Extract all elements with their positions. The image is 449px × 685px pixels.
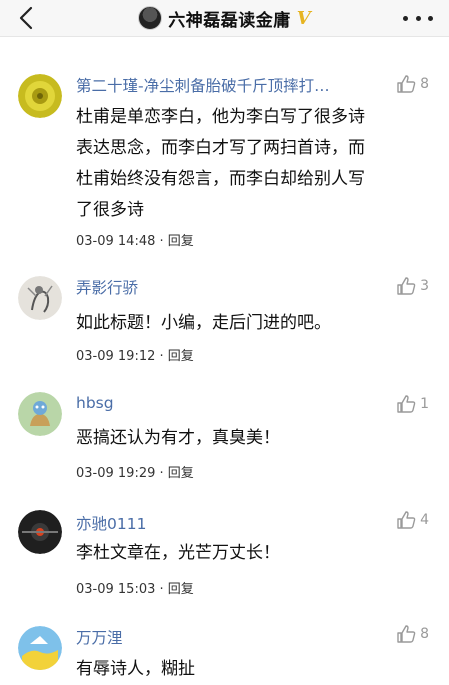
comment-meta: 03-09 19:29 · 回复 [76, 466, 194, 481]
comment-author[interactable]: 亦驰0111 [76, 512, 146, 534]
avatar[interactable] [18, 626, 62, 670]
like-button[interactable]: 8 [396, 74, 429, 94]
comment-time: 03-09 19:29 [76, 466, 156, 481]
avatar[interactable] [18, 74, 62, 118]
comment-meta: 03-09 15:03 · 回复 [76, 582, 194, 597]
thumbs-up-icon [397, 75, 416, 93]
like-count: 8 [420, 76, 429, 92]
comment-meta: 03-09 14:48 · 回复 [76, 234, 194, 249]
like-count: 8 [420, 626, 429, 642]
comment-text: 恶搞还认为有才，真臭美！ [76, 428, 280, 448]
verified-badge: V [296, 7, 311, 29]
comment-author[interactable]: hbsg [76, 394, 114, 412]
reply-button[interactable]: 回复 [168, 466, 194, 481]
comment-text: 李杜文章在，光芒万丈长！ [76, 543, 280, 563]
comment-author[interactable]: 万万浬 [76, 626, 123, 648]
avatar[interactable] [18, 510, 62, 554]
thumbs-up-icon [397, 277, 416, 295]
more-button[interactable] [403, 9, 433, 27]
like-count: 3 [420, 278, 429, 294]
author-avatar [138, 6, 163, 30]
reply-button[interactable]: 回复 [168, 582, 194, 597]
thumbs-up-icon [397, 511, 416, 529]
more-dots-icon [403, 15, 408, 21]
comment-time: 03-09 14:48 [76, 234, 156, 249]
like-count: 4 [420, 512, 429, 528]
like-button[interactable]: 4 [396, 510, 429, 530]
comment-author[interactable]: 弄影行骄 [76, 276, 138, 298]
comment-text: 杜甫是单恋李白，他为李白写了很多诗 表达思念，而李白才写了两扫首诗，而 杜甫始终… [76, 107, 365, 220]
avatar[interactable] [18, 276, 62, 320]
thumbs-up-icon [397, 395, 416, 413]
comment-time: 03-09 15:03 [76, 582, 156, 597]
comment-author[interactable]: 第二十瑾-净尘刺备胎破千斤顶摔打… [76, 74, 330, 96]
like-count: 1 [420, 396, 429, 412]
like-button[interactable]: 8 [396, 624, 429, 644]
header-title-group: 六神磊磊读金庸 V [0, 0, 449, 36]
like-button[interactable]: 3 [396, 276, 429, 296]
like-button[interactable]: 1 [396, 394, 429, 414]
comment-meta: 03-09 19:12 · 回复 [76, 349, 194, 364]
reply-button[interactable]: 回复 [168, 349, 194, 364]
thumbs-up-icon [397, 625, 416, 643]
comment-time: 03-09 19:12 [76, 349, 156, 364]
avatar[interactable] [18, 392, 62, 436]
top-bar: 六神磊磊读金庸 V [0, 0, 449, 37]
comment-text: 如此标题！小编，走后门进的吧。 [76, 313, 331, 333]
page-title: 六神磊磊读金庸 [168, 10, 291, 31]
comment-text: 有辱诗人，糊扯 [76, 659, 195, 679]
reply-button[interactable]: 回复 [168, 234, 194, 249]
